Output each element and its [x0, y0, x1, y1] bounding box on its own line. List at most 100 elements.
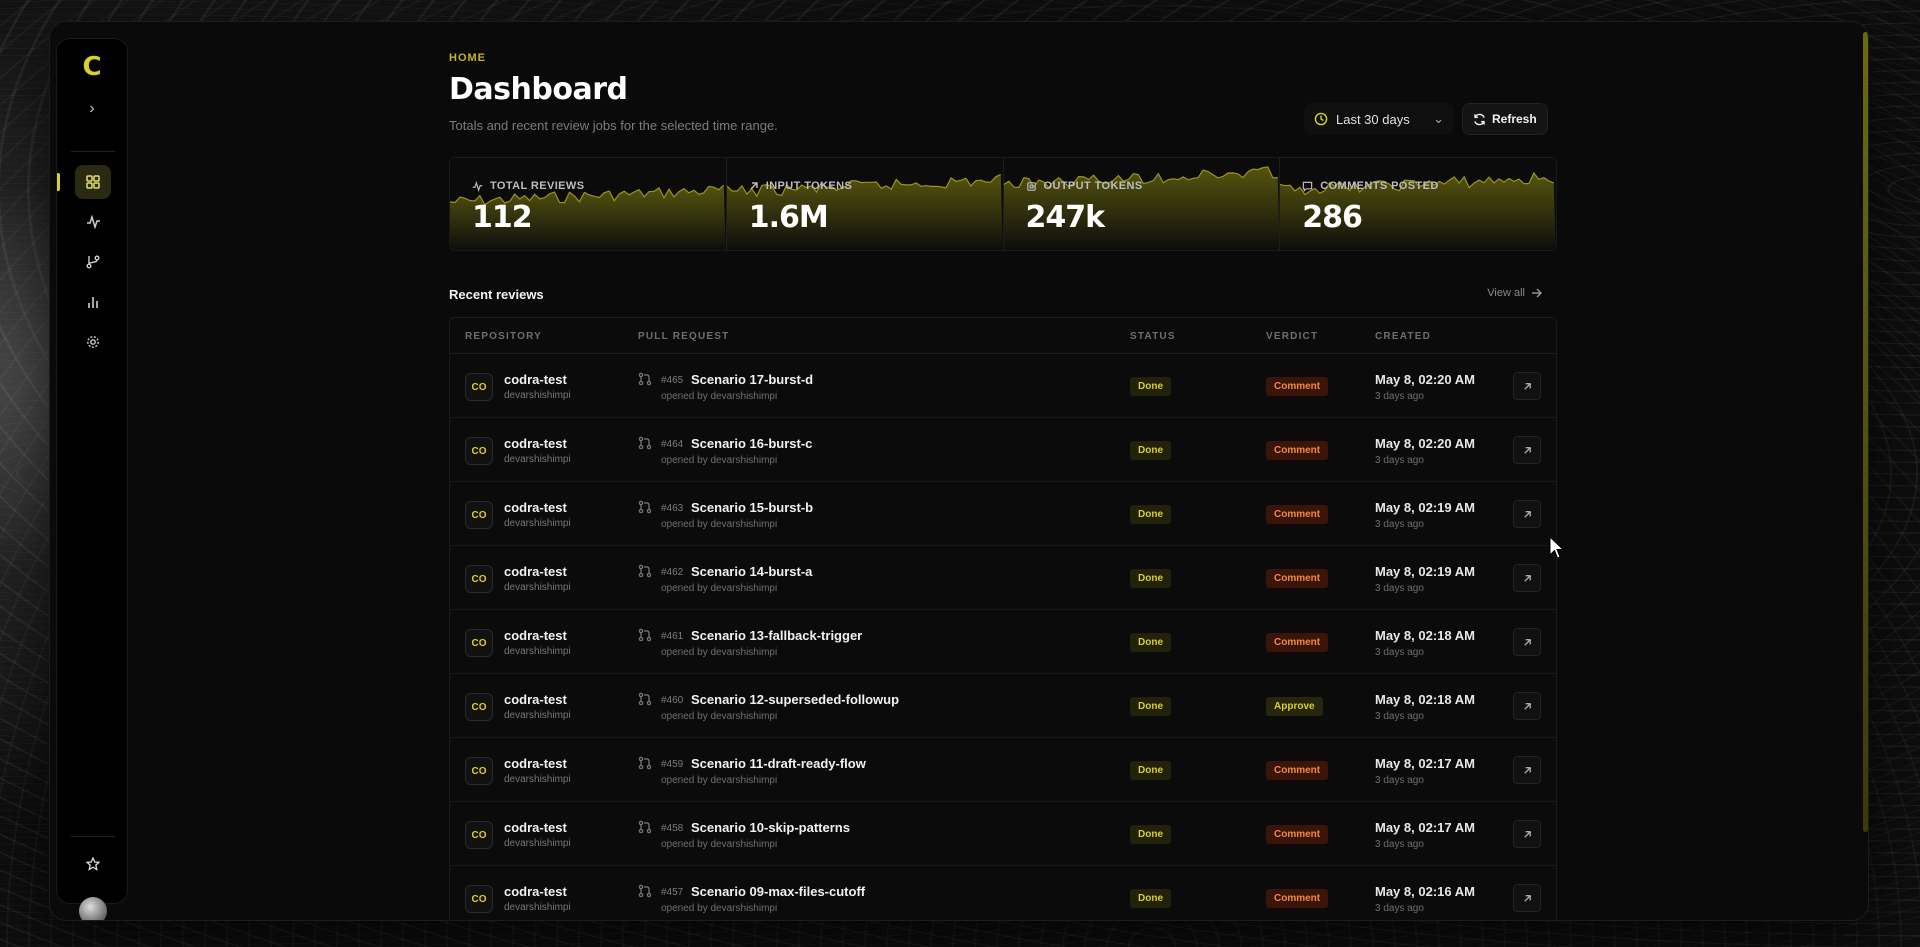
mouse-cursor-icon — [1549, 536, 1565, 559]
pr-author: opened by devarshishimpi — [661, 647, 778, 658]
refresh-button[interactable]: Refresh — [1462, 103, 1548, 135]
verdict-badge: Comment — [1266, 377, 1329, 396]
status-badge: Done — [1130, 761, 1171, 780]
stat-label-row: OUTPUT TOKENS — [1026, 180, 1143, 192]
sidebar-item-branches[interactable] — [75, 245, 111, 279]
pr-title[interactable]: Scenario 17-burst-d — [691, 372, 813, 387]
column-header-verdict[interactable]: VERDICT — [1266, 331, 1318, 342]
stats-row: TOTAL REVIEWS 112 INPUT TOKENS 1.6M OUTP… — [449, 157, 1557, 251]
sidebar-item-analytics[interactable] — [75, 285, 111, 319]
open-review-button[interactable] — [1513, 692, 1541, 720]
created-date: May 8, 02:20 AM — [1375, 436, 1475, 451]
refresh-label: Refresh — [1492, 112, 1537, 126]
stat-label: INPUT TOKENS — [765, 180, 853, 192]
sidebar-item-settings[interactable] — [75, 325, 111, 359]
repo-name[interactable]: codra-test — [504, 500, 567, 515]
active-nav-indicator — [57, 173, 60, 191]
activity-icon — [86, 215, 100, 229]
table-row[interactable]: CO codra-test devarshishimpi #462 Scenario 1… — [450, 546, 1556, 610]
pr-title[interactable]: Scenario 09-max-files-cutoff — [691, 884, 865, 899]
sidebar-item-activity[interactable] — [75, 205, 111, 239]
sidebar-item-dashboard[interactable] — [75, 165, 111, 199]
open-review-button[interactable] — [1513, 884, 1541, 912]
open-review-button[interactable] — [1513, 436, 1541, 464]
created-date: May 8, 02:18 AM — [1375, 692, 1475, 707]
repo-name[interactable]: codra-test — [504, 564, 567, 579]
column-header-created[interactable]: CREATED — [1375, 331, 1431, 342]
repo-name[interactable]: codra-test — [504, 372, 567, 387]
chevron-right-icon[interactable]: › — [80, 97, 104, 121]
pr-title[interactable]: Scenario 13-fallback-trigger — [691, 628, 862, 643]
repo-avatar-badge: CO — [465, 501, 493, 529]
verdict-badge: Approve — [1266, 697, 1323, 716]
created-relative: 3 days ago — [1375, 519, 1424, 530]
table-row[interactable]: CO codra-test devarshishimpi #464 Scenario 1… — [450, 418, 1556, 482]
column-header-status[interactable]: STATUS — [1130, 331, 1176, 342]
pr-number: #458 — [661, 823, 684, 834]
stat-card-input-tokens[interactable]: INPUT TOKENS 1.6M — [726, 158, 1004, 250]
breadcrumb[interactable]: HOME — [449, 52, 486, 64]
open-review-button[interactable] — [1513, 756, 1541, 784]
time-range-select[interactable]: Last 30 days ⌄ — [1304, 103, 1454, 135]
repo-name[interactable]: codra-test — [504, 436, 567, 451]
pr-author: opened by devarshishimpi — [661, 711, 778, 722]
table-row[interactable]: CO codra-test devarshishimpi #461 Scenario 1… — [450, 610, 1556, 674]
pr-title[interactable]: Scenario 15-burst-b — [691, 500, 813, 515]
repo-avatar-badge: CO — [465, 885, 493, 913]
stat-label-row: TOTAL REVIEWS — [472, 180, 584, 192]
codra-logo-icon[interactable]: C — [80, 54, 104, 80]
clock-icon — [1314, 112, 1328, 126]
open-review-button[interactable] — [1513, 564, 1541, 592]
repo-name[interactable]: codra-test — [504, 756, 567, 771]
pull-request-icon — [638, 692, 652, 706]
created-date: May 8, 02:16 AM — [1375, 884, 1475, 899]
pr-author: opened by devarshishimpi — [661, 455, 778, 466]
verdict-badge: Comment — [1266, 761, 1329, 780]
column-header-pull-request[interactable]: PULL REQUEST — [638, 331, 729, 342]
repo-name[interactable]: codra-test — [504, 884, 567, 899]
pr-number: #465 — [661, 375, 684, 386]
pr-title[interactable]: Scenario 12-superseded-followup — [691, 692, 899, 707]
table-row[interactable]: CO codra-test devarshishimpi #459 Scenario 1… — [450, 738, 1556, 802]
sidebar: C › — [56, 38, 128, 920]
created-relative: 3 days ago — [1375, 583, 1424, 594]
refresh-icon — [1474, 113, 1485, 125]
table-row[interactable]: CO codra-test devarshishimpi #457 Scenario 0… — [450, 866, 1556, 920]
open-review-button[interactable] — [1513, 628, 1541, 656]
arrow-up-right-icon — [1523, 766, 1531, 774]
pr-title[interactable]: Scenario 16-burst-c — [691, 436, 812, 451]
repo-name[interactable]: codra-test — [504, 820, 567, 835]
verdict-badge: Comment — [1266, 825, 1329, 844]
arrow-up-right-icon — [1523, 574, 1531, 582]
recent-reviews-heading: Recent reviews — [449, 287, 544, 302]
activity-icon — [472, 180, 483, 192]
stat-label-row: INPUT TOKENS — [749, 180, 853, 192]
table-row[interactable]: CO codra-test devarshishimpi #463 Scenario 1… — [450, 482, 1556, 546]
table-row[interactable]: CO codra-test devarshishimpi #460 Scenario 1… — [450, 674, 1556, 738]
arrow-up-right-icon — [1523, 382, 1531, 390]
created-date: May 8, 02:19 AM — [1375, 500, 1475, 515]
repo-name[interactable]: codra-test — [504, 692, 567, 707]
repo-name[interactable]: codra-test — [504, 628, 567, 643]
pr-title[interactable]: Scenario 11-draft-ready-flow — [691, 756, 866, 771]
open-review-button[interactable] — [1513, 820, 1541, 848]
arrow-up-right-icon — [1523, 830, 1531, 838]
column-header-repository[interactable]: REPOSITORY — [465, 331, 542, 342]
table-row[interactable]: CO codra-test devarshishimpi #458 Scenario 1… — [450, 802, 1556, 866]
status-badge: Done — [1130, 697, 1171, 716]
stat-card-total-reviews[interactable]: TOTAL REVIEWS 112 — [450, 158, 727, 250]
pr-title[interactable]: Scenario 10-skip-patterns — [691, 820, 850, 835]
open-review-button[interactable] — [1513, 372, 1541, 400]
view-all-link[interactable]: View all — [1487, 287, 1542, 299]
pr-number: #459 — [661, 759, 684, 770]
table-row[interactable]: CO codra-test devarshishimpi #465 Scenario 1… — [450, 354, 1556, 418]
repo-owner: devarshishimpi — [504, 582, 571, 593]
avatar[interactable] — [79, 897, 107, 920]
open-review-button[interactable] — [1513, 500, 1541, 528]
verdict-badge: Comment — [1266, 569, 1329, 588]
sidebar-item-favorites[interactable] — [79, 850, 107, 878]
arrow-up-right-icon — [1523, 702, 1531, 710]
stat-card-comments-posted[interactable]: COMMENTS POSTED 286 — [1280, 158, 1556, 250]
pr-title[interactable]: Scenario 14-burst-a — [691, 564, 812, 579]
stat-card-output-tokens[interactable]: OUTPUT TOKENS 247k — [1003, 158, 1281, 250]
